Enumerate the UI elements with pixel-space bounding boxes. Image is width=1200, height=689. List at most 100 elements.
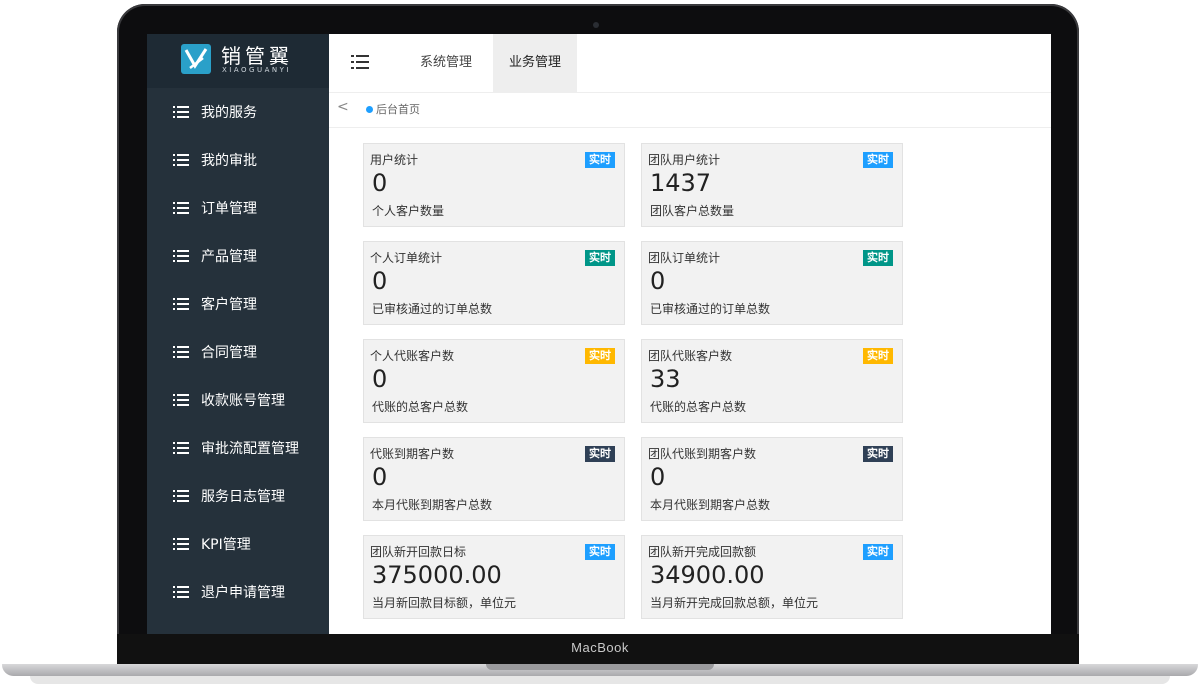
laptop-base-notch: [486, 664, 714, 670]
list-icon: [173, 298, 189, 310]
sidebar-item[interactable]: 我的审批: [147, 136, 329, 184]
stat-card-title: 用户统计: [370, 153, 419, 167]
realtime-badge: 实时: [585, 544, 615, 560]
sidebar-item[interactable]: KPI管理: [147, 520, 329, 568]
sidebar-item-label: 收款账号管理: [201, 393, 285, 409]
stat-card-description: 本月代账到期客户总数: [372, 498, 493, 512]
stat-card-description: 当月新回款目标额，单位元: [372, 596, 517, 610]
realtime-badge: 实时: [863, 250, 893, 266]
stat-card-value: 0: [650, 463, 666, 491]
tab-system-management[interactable]: 系统管理: [404, 34, 488, 92]
sidebar-item[interactable]: 我的服务: [147, 88, 329, 136]
sidebar-item-label: 产品管理: [201, 249, 257, 265]
sidebar-nav: 我的服务我的审批订单管理产品管理客户管理合同管理收款账号管理 审批流配置管理 服务日…: [147, 88, 329, 616]
stat-card-title: 团队新开回款日标: [370, 545, 467, 559]
stat-card-description: 当月新开完成回款总额，单位元: [650, 596, 819, 610]
sidebar-item[interactable]: 订单管理: [147, 184, 329, 232]
logo-icon: [181, 44, 211, 74]
laptop-base-shadow: [30, 676, 1170, 684]
sidebar-item-label: 我的服务: [201, 105, 257, 121]
sidebar-item-label: 订单管理: [201, 201, 257, 217]
sidebar-item[interactable]: 合同管理: [147, 328, 329, 376]
sidebar-item-label: 客户管理: [201, 297, 257, 313]
sidebar-item[interactable]: 退户申请管理: [147, 568, 329, 616]
stat-card-description: 个人客户数量: [372, 204, 445, 218]
sidebar-item-label: KPI管理: [201, 537, 251, 553]
realtime-badge: 实时: [863, 446, 893, 462]
list-icon: [173, 442, 189, 454]
breadcrumb: < 后台首页: [329, 93, 1051, 128]
stat-card-description: 代账的总客户总数: [650, 400, 747, 414]
stat-card-value: 0: [372, 365, 388, 393]
stat-card-description: 已审核通过的订单总数: [372, 302, 493, 316]
sidebar-item-label: 我的审批: [201, 153, 257, 169]
stat-card-value: 1437: [650, 169, 712, 197]
realtime-badge: 实时: [863, 152, 893, 168]
stat-card-title: 代账到期客户数: [370, 447, 455, 461]
stat-card-title: 团队用户统计: [648, 153, 721, 167]
realtime-badge: 实时: [585, 152, 615, 168]
list-icon: [173, 154, 189, 166]
sidebar-item-label: 退户申请管理: [201, 585, 285, 601]
stat-card-title: 团队新开完成回款额: [648, 545, 757, 559]
stat-card[interactable]: 团队新开完成回款额 实时 34900.00 当月新开完成回款总额，单位元: [641, 535, 903, 619]
list-icon: [173, 538, 189, 550]
list-icon: [173, 586, 189, 598]
list-icon: [173, 250, 189, 262]
sidebar: 销管翼 XIAOGUANYI 我的服务我的审批订单管理产品管理客户管理合同管理收…: [147, 34, 329, 634]
breadcrumb-current[interactable]: 后台首页: [376, 101, 420, 117]
realtime-badge: 实时: [863, 348, 893, 364]
stat-card-description: 已审核通过的订单总数: [650, 302, 771, 316]
sidebar-item[interactable]: 服务日志管理: [147, 472, 329, 520]
stat-card-title: 个人订单统计: [370, 251, 443, 265]
menu-toggle-icon[interactable]: [351, 54, 371, 70]
stat-card-title: 个人代账客户数: [370, 349, 455, 363]
sidebar-item[interactable]: 审批流配置管理: [147, 424, 329, 472]
camera-icon: [593, 22, 599, 28]
logo-subtitle: XIAOGUANYI: [222, 66, 291, 74]
realtime-badge: 实时: [585, 348, 615, 364]
tab-business-management[interactable]: 业务管理: [493, 34, 578, 92]
realtime-badge: 实时: [585, 446, 615, 462]
stat-card-value: 375000.00: [372, 561, 502, 589]
realtime-badge: 实时: [585, 250, 615, 266]
stat-card[interactable]: 团队用户统计 实时 1437 团队客户总数量: [641, 143, 903, 227]
stat-card[interactable]: 用户统计 实时 0 个人客户数量: [363, 143, 625, 227]
stat-card-value: 0: [650, 267, 666, 295]
stat-card[interactable]: 团队代账客户数 实时 33 代账的总客户总数: [641, 339, 903, 423]
sidebar-item[interactable]: 产品管理: [147, 232, 329, 280]
stat-card-value: 33: [650, 365, 681, 393]
sidebar-item-label: 合同管理: [201, 345, 257, 361]
stat-card[interactable]: 团队新开回款日标 实时 375000.00 当月新回款目标额，单位元: [363, 535, 625, 619]
stat-card[interactable]: 团队订单统计 实时 0 已审核通过的订单总数: [641, 241, 903, 325]
list-icon: [173, 394, 189, 406]
stat-card-description: 代账的总客户总数: [372, 400, 469, 414]
list-icon: [173, 346, 189, 358]
device-brand-label: MacBook: [571, 640, 629, 655]
stat-card-value: 0: [372, 169, 388, 197]
stat-card-title: 团队订单统计: [648, 251, 721, 265]
sidebar-item-label: 服务日志管理: [201, 489, 285, 505]
sidebar-item[interactable]: 收款账号管理: [147, 376, 329, 424]
list-icon: [173, 106, 189, 118]
dashboard-content: 用户统计 实时 0 个人客户数量 团队用户统计 实时 1437 团队客户总数量 个人订单统计 实时…: [329, 128, 1051, 634]
back-icon[interactable]: <: [337, 99, 349, 115]
sidebar-item[interactable]: 客户管理: [147, 280, 329, 328]
stat-card[interactable]: 团队代账到期客户数 实时 0 本月代账到期客户总数: [641, 437, 903, 521]
logo[interactable]: 销管翼 XIAOGUANYI: [147, 34, 329, 88]
screen: 销管翼 XIAOGUANYI 我的服务我的审批订单管理产品管理客户管理合同管理收…: [147, 34, 1051, 634]
stat-card[interactable]: 个人订单统计 实时 0 已审核通过的订单总数: [363, 241, 625, 325]
realtime-badge: 实时: [863, 544, 893, 560]
stat-card-value: 0: [372, 463, 388, 491]
list-icon: [173, 490, 189, 502]
stat-card[interactable]: 个人代账客户数 实时 0 代账的总客户总数: [363, 339, 625, 423]
topbar: 系统管理 业务管理: [329, 34, 1051, 93]
current-page-dot-icon: [366, 106, 373, 113]
stat-card-description: 团队客户总数量: [650, 204, 735, 218]
sidebar-item-label: 审批流配置管理: [201, 441, 299, 457]
logo-name: 销管翼: [221, 44, 293, 68]
stat-card-value: 0: [372, 267, 388, 295]
stat-card-value: 34900.00: [650, 561, 765, 589]
stat-card-title: 团队代账客户数: [648, 349, 733, 363]
stat-card[interactable]: 代账到期客户数 实时 0 本月代账到期客户总数: [363, 437, 625, 521]
